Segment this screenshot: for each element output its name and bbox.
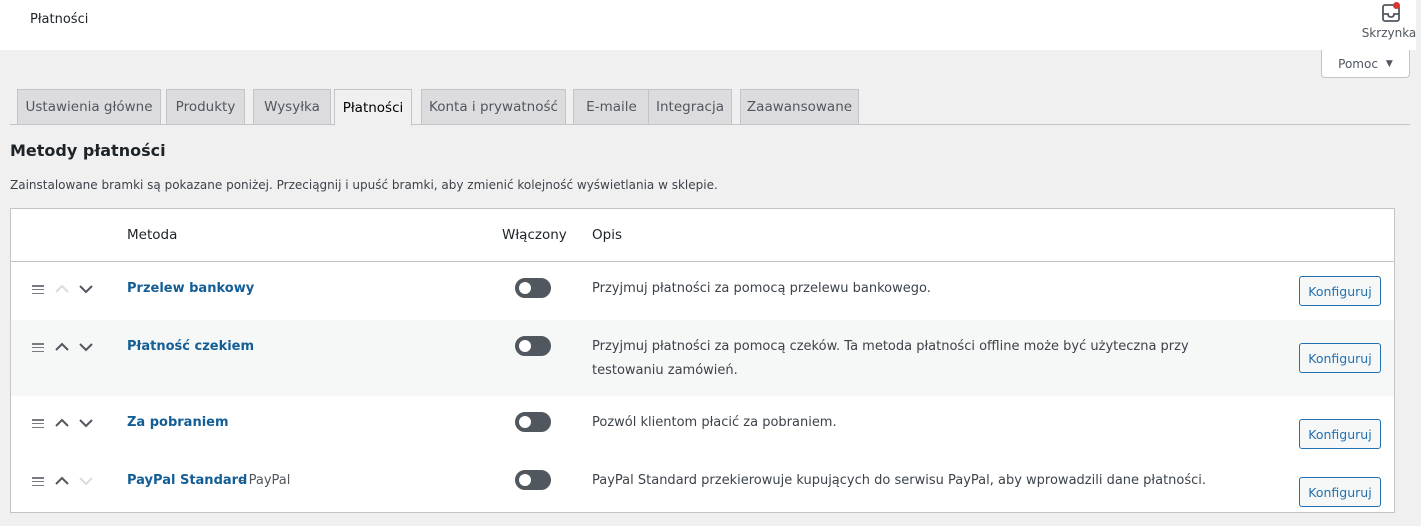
tab-advanced[interactable]: Zaawansowane	[740, 89, 859, 125]
help-button[interactable]: Pomoc ▼	[1321, 50, 1410, 78]
drag-handle-icon[interactable]	[32, 343, 44, 353]
tab-accounts-privacy[interactable]: Konta i prywatność	[421, 89, 566, 125]
notification-dot	[1393, 2, 1400, 9]
method-description: Przyjmuj płatności za pomocą przelewu ba…	[592, 281, 931, 296]
move-up-icon[interactable]	[54, 342, 70, 352]
enable-toggle[interactable]	[515, 336, 551, 356]
move-up-icon[interactable]	[54, 476, 70, 486]
drag-handle-icon[interactable]	[32, 477, 44, 487]
page-title: Płatności	[30, 12, 89, 27]
toggle-knob	[519, 282, 531, 294]
move-down-icon[interactable]	[78, 284, 94, 294]
method-link[interactable]: Płatność czekiem	[127, 339, 254, 354]
enable-toggle[interactable]	[515, 412, 551, 432]
table-row: PayPal Standard – PayPal PayPal Standard…	[11, 454, 1394, 512]
caret-down-icon: ▼	[1385, 58, 1393, 69]
tab-integration[interactable]: Integracja	[648, 89, 732, 125]
table-header: Metoda Włączony Opis	[11, 209, 1394, 262]
toggle-knob	[519, 416, 531, 428]
move-up-icon[interactable]	[54, 284, 70, 294]
tab-payments[interactable]: Płatności	[334, 89, 412, 126]
move-up-icon[interactable]	[54, 418, 70, 428]
configure-button[interactable]: Konfiguruj	[1299, 477, 1381, 507]
method-link[interactable]: Przelew bankowy	[127, 281, 254, 296]
method-provider: – PayPal	[238, 473, 291, 488]
column-header-description: Opis	[592, 227, 622, 243]
help-label: Pomoc	[1338, 56, 1378, 71]
table-row: Przelew bankowy Przyjmuj płatności za po…	[11, 262, 1394, 320]
method-description: Przyjmuj płatności za pomocą czeków. Ta …	[592, 339, 1189, 378]
tab-emails[interactable]: E-maile	[573, 89, 650, 125]
inbox-button[interactable]: Skrzynka	[1360, 2, 1418, 46]
enable-toggle[interactable]	[515, 278, 551, 298]
method-description: PayPal Standard przekierowuje kupujących…	[592, 473, 1207, 488]
move-down-icon[interactable]	[78, 342, 94, 352]
settings-tabs: Ustawienia główne Produkty Wysyłka Płatn…	[10, 88, 1410, 126]
top-bar: Płatności Skrzynka	[0, 0, 1416, 50]
method-description: Pozwól klientom płacić za pobraniem.	[592, 415, 837, 430]
tab-products[interactable]: Produkty	[166, 89, 245, 125]
method-link[interactable]: PayPal Standard	[127, 473, 247, 488]
column-header-enabled: Włączony	[502, 227, 567, 243]
enable-toggle[interactable]	[515, 470, 551, 490]
payment-methods-table: Metoda Włączony Opis Przelew bankowy Prz…	[10, 208, 1395, 513]
section-title: Metody płatności	[10, 141, 166, 160]
method-link[interactable]: Za pobraniem	[127, 415, 229, 430]
inbox-label: Skrzynka	[1361, 26, 1417, 40]
drag-handle-icon[interactable]	[32, 419, 44, 429]
toggle-knob	[519, 340, 531, 352]
configure-button[interactable]: Konfiguruj	[1299, 343, 1381, 373]
toggle-knob	[519, 474, 531, 486]
configure-button[interactable]: Konfiguruj	[1299, 276, 1381, 306]
tab-general[interactable]: Ustawienia główne	[17, 89, 161, 125]
move-down-icon[interactable]	[78, 476, 94, 486]
section-description: Zainstalowane bramki są pokazane poniżej…	[10, 178, 718, 192]
tab-shipping[interactable]: Wysyłka	[253, 89, 331, 125]
table-row: Za pobraniem Pozwól klientom płacić za p…	[11, 396, 1394, 454]
configure-button[interactable]: Konfiguruj	[1299, 419, 1381, 449]
column-header-method: Metoda	[127, 227, 178, 243]
table-row: Płatność czekiem Przyjmuj płatności za p…	[11, 320, 1394, 396]
move-down-icon[interactable]	[78, 418, 94, 428]
drag-handle-icon[interactable]	[32, 285, 44, 295]
